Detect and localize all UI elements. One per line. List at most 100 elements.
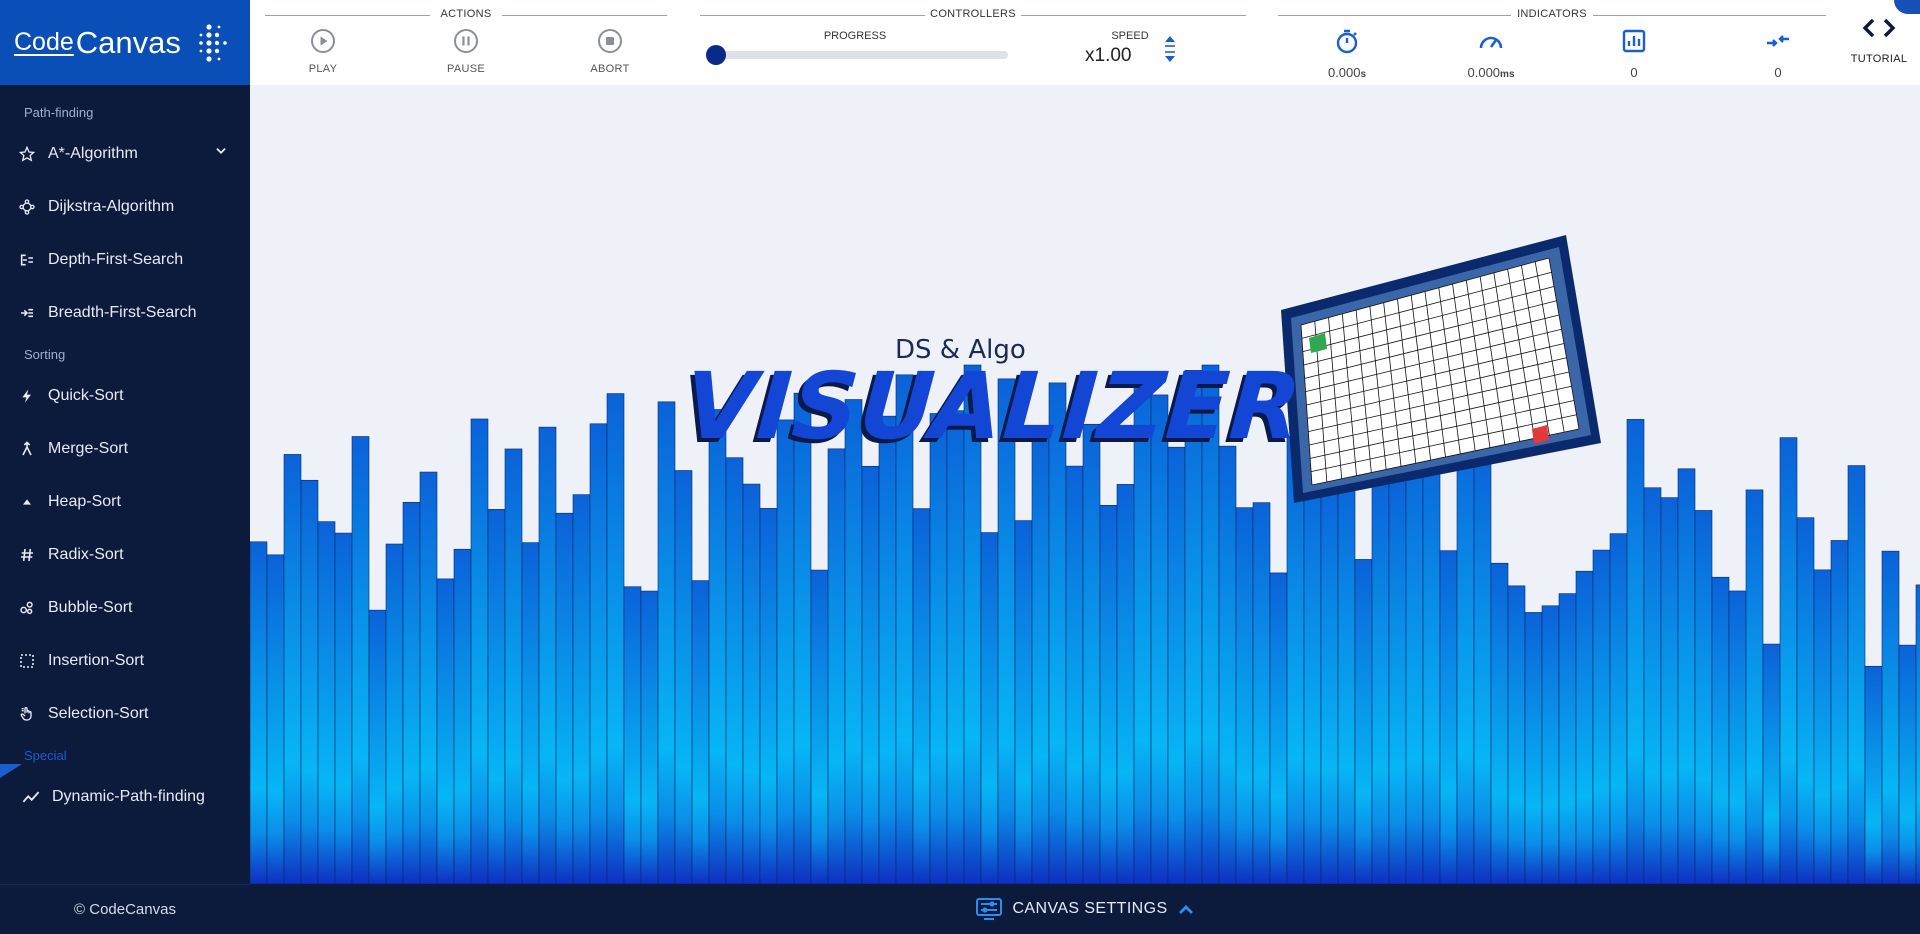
sort-bar bbox=[1150, 394, 1169, 884]
sort-bar bbox=[487, 509, 506, 884]
sort-bar bbox=[640, 590, 659, 884]
sort-bar bbox=[742, 483, 761, 884]
dots-logo-icon bbox=[199, 23, 227, 62]
actions-title: ACTIONS bbox=[440, 8, 492, 20]
sort-bar bbox=[623, 586, 642, 884]
sort-bar bbox=[759, 508, 778, 884]
sort-bar bbox=[878, 415, 897, 884]
sort-bar bbox=[1796, 517, 1815, 884]
chevron-down-icon[interactable] bbox=[214, 144, 228, 163]
sidebar-item-radix-sort[interactable]: Radix-Sort bbox=[0, 528, 250, 581]
play-button[interactable]: PLAY bbox=[283, 28, 363, 75]
progress-label: PROGRESS bbox=[823, 30, 887, 42]
speed-indicator-unit: ms bbox=[1500, 69, 1515, 80]
sort-bar bbox=[1694, 510, 1713, 884]
brand-logo[interactable]: Code Canvas bbox=[0, 0, 250, 85]
sidebar: Code Canvas Path-finding A*-Algorithm Di… bbox=[0, 0, 250, 934]
stopwatch-icon bbox=[1336, 29, 1358, 54]
sidebar-item-dfs[interactable]: Depth-First-Search bbox=[0, 233, 250, 286]
sort-bar bbox=[1711, 576, 1730, 884]
triangle-icon bbox=[18, 493, 36, 511]
sort-bar bbox=[300, 479, 319, 884]
swaps-indicator: 0 bbox=[1736, 28, 1820, 80]
stepper-arrows-icon[interactable] bbox=[1162, 32, 1178, 66]
play-label: PLAY bbox=[308, 63, 338, 75]
swaps-value: 0 bbox=[1774, 65, 1782, 80]
indicators-title: INDICATORS bbox=[1517, 8, 1587, 20]
sort-bar bbox=[589, 423, 608, 884]
bolt-icon bbox=[18, 387, 36, 405]
sort-bar bbox=[1558, 593, 1577, 884]
sidebar-item-bfs[interactable]: Breadth-First-Search bbox=[0, 286, 250, 339]
sidebar-item-bubble-sort[interactable]: Bubble-Sort bbox=[0, 581, 250, 634]
abort-button[interactable]: ABORT bbox=[570, 28, 650, 75]
sidebar-item-label: Breadth-First-Search bbox=[48, 303, 197, 321]
sort-bar bbox=[946, 410, 965, 884]
progress-handle[interactable] bbox=[706, 45, 726, 65]
speedometer-icon bbox=[1479, 36, 1503, 49]
sort-bar bbox=[521, 542, 540, 884]
sort-bar bbox=[1864, 665, 1883, 884]
sidebar-item-insertion-sort[interactable]: Insertion-Sort bbox=[0, 634, 250, 687]
sort-bar bbox=[419, 471, 438, 884]
progress-slider[interactable] bbox=[706, 45, 1008, 65]
sidebar-item-dynamic-pathfinding[interactable]: Dynamic-Path-finding bbox=[0, 764, 250, 823]
sort-bar bbox=[674, 470, 693, 884]
bfs-icon bbox=[18, 304, 36, 322]
sort-bar bbox=[572, 494, 591, 884]
bar-chart-icon bbox=[1622, 29, 1646, 53]
indicators-group: INDICATORS 0.000s 0.000ms 0 0 bbox=[1278, 4, 1826, 82]
sort-bar bbox=[912, 508, 931, 884]
sort-bar bbox=[1575, 570, 1594, 884]
sidebar-item-merge-sort[interactable]: Merge-Sort bbox=[0, 422, 250, 475]
play-icon bbox=[311, 29, 335, 53]
sort-bar bbox=[470, 418, 489, 884]
sort-bar bbox=[1082, 423, 1101, 884]
dashed-square-icon bbox=[18, 652, 36, 670]
sort-bar bbox=[1269, 572, 1288, 884]
sort-bar bbox=[1490, 562, 1509, 884]
sort-bar bbox=[368, 609, 387, 884]
sort-bar bbox=[1541, 605, 1560, 884]
pause-label: PAUSE bbox=[447, 63, 485, 75]
pause-button[interactable]: PAUSE bbox=[426, 28, 506, 75]
sort-bar bbox=[1235, 507, 1254, 884]
sort-bar bbox=[436, 578, 455, 884]
sort-bar bbox=[1728, 590, 1747, 884]
sidebar-item-label: Radix-Sort bbox=[48, 545, 124, 563]
abort-label: ABORT bbox=[590, 63, 630, 75]
sort-bar bbox=[283, 454, 302, 884]
sidebar-item-selection-sort[interactable]: Selection-Sort bbox=[0, 687, 250, 740]
corner-badge[interactable] bbox=[1894, 0, 1920, 14]
sidebar-item-astar[interactable]: A*-Algorithm bbox=[0, 127, 250, 180]
brand-code: Code bbox=[14, 28, 74, 56]
tutorial-button[interactable]: TUTORIAL bbox=[1839, 16, 1919, 65]
pointer-icon bbox=[18, 705, 36, 723]
speed-stepper[interactable] bbox=[1162, 32, 1178, 71]
sort-bar bbox=[1252, 502, 1271, 884]
brand-canvas: Canvas bbox=[75, 24, 181, 60]
copyright: © CodeCanvas bbox=[0, 884, 250, 934]
sort-bar bbox=[861, 465, 880, 884]
sort-bar bbox=[844, 399, 863, 884]
hash-icon bbox=[18, 546, 36, 564]
sort-bar bbox=[555, 512, 574, 884]
sidebar-item-dijkstra[interactable]: Dijkstra-Algorithm bbox=[0, 180, 250, 233]
sort-bar bbox=[1592, 549, 1611, 884]
tutorial-label: TUTORIAL bbox=[1850, 53, 1908, 65]
hero-title: VISUALIZER bbox=[681, 353, 1306, 460]
sort-bar bbox=[250, 541, 268, 884]
comparisons-indicator: 0 bbox=[1592, 28, 1676, 80]
stop-icon bbox=[598, 29, 622, 53]
timer-value: 0.000 bbox=[1327, 65, 1361, 80]
sidebar-item-label: Quick-Sort bbox=[48, 386, 124, 404]
sort-bar bbox=[708, 409, 727, 884]
sidebar-item-quick-sort[interactable]: Quick-Sort bbox=[0, 369, 250, 422]
sort-bar bbox=[1507, 585, 1526, 884]
sidebar-item-heap-sort[interactable]: Heap-Sort bbox=[0, 475, 250, 528]
sort-bar bbox=[1354, 559, 1373, 884]
sort-bar bbox=[1915, 584, 1920, 884]
chevron-up-icon bbox=[1178, 905, 1193, 914]
sort-bar bbox=[453, 548, 472, 884]
canvas-settings-button[interactable]: CANVAS SETTINGS bbox=[976, 898, 1193, 920]
